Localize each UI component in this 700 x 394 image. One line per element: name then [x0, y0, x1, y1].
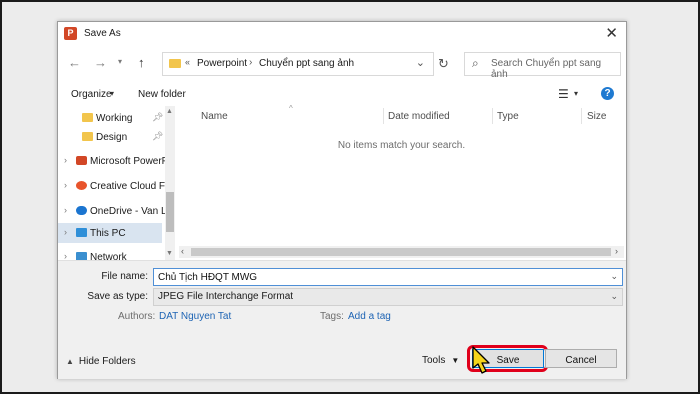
tools-button[interactable]: Tools ▼: [422, 355, 459, 366]
save-as-dialog: P Save As ✕ ← → ▾ ↑ « Powerpoint › Chuyể…: [57, 21, 627, 379]
expand-chevron-icon[interactable]: ›: [64, 227, 67, 237]
onedrive-cloud-icon: [76, 206, 87, 215]
scroll-left-icon[interactable]: ‹: [181, 246, 184, 256]
authors-value[interactable]: DAT Nguyen Tat: [159, 311, 231, 322]
recent-locations-chevron-icon[interactable]: ▾: [118, 57, 122, 66]
chevron-down-icon[interactable]: ⌄: [416, 56, 425, 69]
breadcrumb-powerpoint[interactable]: Powerpoint: [197, 58, 247, 69]
nav-item-creative-cloud[interactable]: › Creative Cloud File: [58, 176, 175, 196]
refresh-icon[interactable]: ↻: [438, 56, 449, 72]
nav-item-network[interactable]: › Network: [58, 247, 162, 260]
expand-chevron-icon[interactable]: ›: [64, 251, 67, 260]
column-divider[interactable]: [383, 108, 384, 124]
scrollbar-thumb[interactable]: [191, 248, 611, 256]
save-as-type-select[interactable]: JPEG File Interchange Format ⌄: [153, 288, 623, 306]
command-toolbar: Organize ▾ New folder ☰ ▾ ?: [58, 84, 626, 106]
powerpoint-icon: [76, 156, 87, 165]
column-divider[interactable]: [581, 108, 582, 124]
back-arrow-icon[interactable]: ←: [68, 55, 81, 70]
search-icon: ⌕: [472, 56, 479, 70]
nav-item-label: OneDrive - Van La: [90, 206, 173, 217]
organize-caret-icon: ▾: [110, 89, 115, 98]
folder-icon: [169, 59, 181, 68]
file-list-horizontal-scrollbar[interactable]: ‹ ›: [179, 246, 624, 258]
column-header-size[interactable]: Size: [587, 111, 606, 122]
column-header-name[interactable]: Name: [201, 111, 228, 122]
nav-item-label: This PC: [90, 228, 126, 239]
navigation-pane: Working 📌︎ Design 📌︎ › Microsoft PowerPo…: [58, 106, 176, 260]
expand-chevron-icon[interactable]: ›: [64, 155, 67, 165]
save-as-type-label: Save as type:: [87, 291, 148, 302]
file-name-field[interactable]: ⌄: [153, 268, 623, 286]
screenshot-frame: P Save As ✕ ← → ▾ ↑ « Powerpoint › Chuyể…: [0, 0, 700, 394]
column-header-date-modified[interactable]: Date modified: [388, 111, 450, 122]
column-divider[interactable]: [492, 108, 493, 124]
address-overflow[interactable]: «: [185, 57, 190, 67]
organize-button[interactable]: Organize: [71, 89, 112, 100]
scroll-up-icon[interactable]: ▲: [166, 108, 173, 115]
caret-up-icon: ▲: [66, 357, 74, 366]
help-icon[interactable]: ?: [601, 87, 614, 100]
powerpoint-icon: P: [64, 27, 77, 40]
nav-item-label: Creative Cloud File: [90, 181, 176, 192]
navigation-bar: ← → ▾ ↑ « Powerpoint › Chuyển ppt sang ả…: [58, 48, 626, 80]
pin-icon: 📌︎: [152, 131, 164, 141]
network-icon: [76, 252, 87, 260]
column-header-type[interactable]: Type: [497, 111, 519, 122]
file-name-input[interactable]: [158, 270, 598, 284]
view-options-icon[interactable]: ☰: [558, 87, 569, 101]
expand-chevron-icon[interactable]: ›: [64, 205, 67, 215]
nav-item-label: Microsoft PowerPo: [90, 156, 174, 167]
save-as-type-value: JPEG File Interchange Format: [158, 291, 294, 302]
close-icon[interactable]: ✕: [605, 24, 618, 42]
authors-label: Authors:: [118, 311, 156, 322]
address-bar[interactable]: « Powerpoint › Chuyển ppt sang ảnh ⌄: [162, 52, 434, 76]
file-list: ^ Name Date modified Type Size No items …: [179, 104, 624, 260]
nav-item-onedrive[interactable]: › OneDrive - Van La: [58, 201, 172, 221]
breadcrumb-separator[interactable]: ›: [249, 57, 252, 68]
creative-cloud-icon: [76, 181, 87, 190]
expand-chevron-icon[interactable]: ›: [64, 180, 67, 190]
chevron-down-icon[interactable]: ⌄: [610, 271, 618, 282]
nav-item-label: Design: [96, 132, 128, 143]
view-options-caret-icon[interactable]: ▾: [574, 89, 578, 98]
nav-item-this-pc[interactable]: › This PC: [58, 223, 162, 243]
title-bar: P Save As ✕: [58, 22, 626, 46]
folder-icon: [82, 113, 93, 122]
scroll-down-icon[interactable]: ▼: [166, 250, 173, 257]
search-box[interactable]: ⌕ Search Chuyển ppt sang ảnh: [464, 52, 621, 80]
up-arrow-icon[interactable]: ↑: [138, 55, 145, 70]
forward-arrow-icon[interactable]: →: [94, 55, 107, 70]
mouse-cursor-icon: [472, 346, 490, 374]
hide-folders-label: Hide Folders: [78, 356, 136, 367]
hide-folders-button[interactable]: ▲ Hide Folders: [66, 356, 136, 367]
breadcrumb-current-folder[interactable]: Chuyển ppt sang ảnh: [259, 58, 354, 69]
nav-pane-scrollbar[interactable]: ▲ ▼: [165, 106, 175, 260]
nav-item-working[interactable]: Working 📌︎: [58, 108, 164, 128]
pin-icon: 📌︎: [152, 112, 164, 122]
nav-item-label: Network: [90, 252, 127, 260]
nav-item-microsoft-powerpoint[interactable]: › Microsoft PowerPo: [58, 151, 174, 171]
nav-item-label: Working: [96, 113, 133, 124]
cancel-button[interactable]: Cancel: [545, 349, 617, 368]
chevron-down-icon[interactable]: ⌄: [610, 291, 618, 302]
new-folder-button[interactable]: New folder: [138, 89, 186, 100]
empty-message: No items match your search.: [337, 140, 466, 151]
sort-indicator-icon: ^: [289, 104, 293, 113]
caret-down-icon: ▼: [451, 356, 460, 365]
add-tag-link[interactable]: Add a tag: [348, 311, 391, 322]
scrollbar-thumb[interactable]: [166, 192, 174, 232]
tags-label: Tags:: [320, 311, 344, 322]
search-placeholder: Search Chuyển ppt sang ảnh: [491, 58, 602, 80]
dialog-title: Save As: [84, 28, 121, 39]
computer-icon: [76, 228, 87, 237]
file-name-label: File name:: [101, 271, 148, 282]
scroll-right-icon[interactable]: ›: [615, 246, 618, 256]
save-form: File name: ⌄ Save as type: JPEG File Int…: [58, 260, 626, 379]
tools-label: Tools: [422, 355, 446, 366]
nav-item-design[interactable]: Design 📌︎: [58, 127, 164, 147]
folder-icon: [82, 132, 93, 141]
